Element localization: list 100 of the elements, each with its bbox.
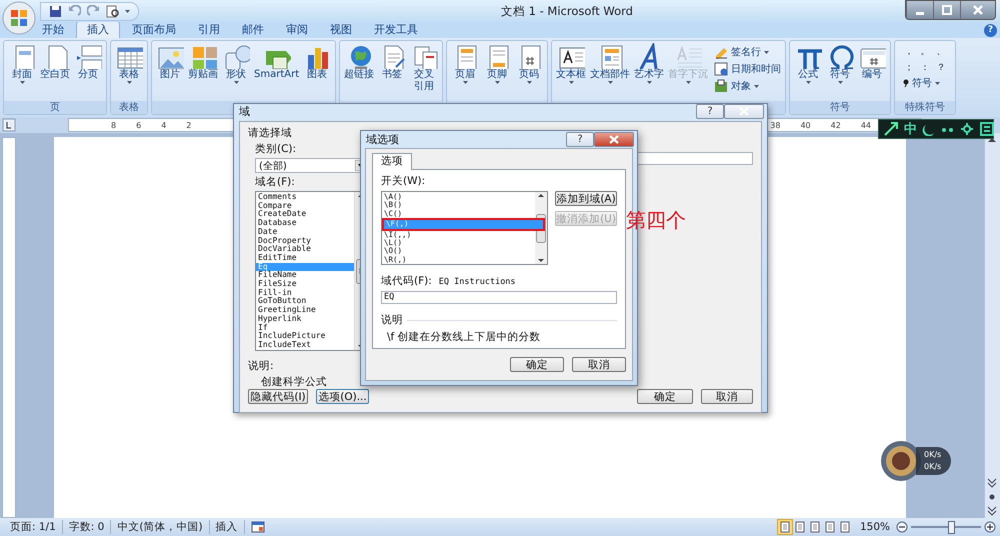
list-item[interactable]: EditTime (256, 254, 354, 263)
settings-icon[interactable] (960, 122, 974, 136)
web-layout-icon[interactable] (808, 520, 822, 534)
symbol-button[interactable]: ： (917, 61, 934, 74)
list-item[interactable]: CreateDate (256, 210, 354, 220)
cancel-button[interactable]: 取消 (701, 389, 753, 404)
list-item[interactable]: Hyperlink (256, 314, 354, 324)
caret-icon[interactable] (126, 81, 132, 84)
caret-icon[interactable] (764, 50, 770, 54)
vertical-scrollbar[interactable] (984, 133, 1000, 518)
tab-selector-icon[interactable] (2, 118, 16, 132)
ribbon-button[interactable]: 空白页 (38, 43, 72, 101)
next-page-icon[interactable] (985, 504, 999, 518)
arrow-icon[interactable] (883, 121, 899, 137)
ribbon-button[interactable]: 图表 (301, 43, 334, 101)
hide-codes-button[interactable]: 隐藏代码(I) (248, 389, 308, 404)
ribbon-button[interactable]: 超链接 (342, 43, 376, 101)
ribbon-tab[interactable]: 审阅 (276, 22, 318, 38)
zoom-out-icon[interactable] (896, 521, 908, 533)
scroll-down-icon[interactable] (536, 256, 546, 264)
close-icon[interactable] (724, 104, 764, 119)
ribbon-button[interactable]: 签名行 (714, 45, 782, 59)
ribbon-button[interactable]: 文档部件 (588, 43, 632, 101)
caret-icon[interactable] (462, 81, 468, 84)
zoom-slider-thumb[interactable] (948, 521, 954, 534)
list-item[interactable]: FileSize (256, 280, 354, 289)
ribbon-tab[interactable]: 引用 (188, 22, 230, 38)
symbol-button[interactable]: 、 (933, 45, 950, 58)
input-mode-toggle[interactable]: 中 (904, 120, 917, 138)
save-icon[interactable] (49, 4, 62, 18)
ribbon-button[interactable]: 交叉 引用 (408, 43, 440, 101)
previous-page-icon[interactable] (985, 476, 999, 490)
caret-icon[interactable] (568, 81, 574, 84)
symbol-button[interactable]: 。 (917, 45, 934, 58)
caret-icon[interactable] (234, 81, 238, 84)
ribbon-button[interactable]: 页眉 (449, 43, 482, 101)
ribbon-button[interactable]: 图片 (154, 43, 186, 101)
ribbon-button[interactable]: SmartArt (252, 43, 302, 101)
cancel-button[interactable]: 取消 (572, 357, 626, 372)
ribbon-tab[interactable]: 邮件 (232, 22, 274, 38)
macro-record-icon[interactable] (250, 521, 265, 533)
outline-icon[interactable] (822, 520, 837, 534)
ribbon-button[interactable]: 表格 (113, 43, 145, 101)
add-to-field-button[interactable]: 添加到域(A) (555, 191, 617, 206)
caret-icon[interactable] (806, 81, 811, 84)
list-item[interactable]: DocVariable (256, 245, 354, 254)
moon-icon[interactable] (922, 122, 936, 136)
zoom-in-icon[interactable] (984, 521, 996, 533)
list-item[interactable]: GreetingLine (256, 306, 354, 315)
draft-icon[interactable] (838, 520, 852, 534)
close-icon[interactable] (594, 132, 634, 147)
list-item[interactable]: Database (256, 219, 354, 228)
list-item[interactable]: FileName (256, 271, 354, 280)
symbol-button[interactable]: ， (901, 45, 918, 58)
ribbon-button[interactable]: 页码 (513, 43, 546, 101)
symbol-button[interactable]: ？ (933, 61, 950, 74)
print-preview-icon[interactable] (106, 4, 119, 18)
ribbon-button[interactable]: 封面 (6, 43, 38, 101)
ribbon-tab[interactable]: 页面布局 (122, 22, 186, 38)
ribbon-tab[interactable]: 开始 (32, 22, 74, 38)
ribbon-button[interactable]: 文本框 (554, 43, 588, 101)
ribbon-button[interactable]: 书签 (376, 43, 408, 101)
symbol-button[interactable]: ； (901, 61, 918, 74)
ribbon-button[interactable]: 形状 (220, 43, 252, 101)
reading-layout-icon[interactable] (792, 520, 807, 534)
caret-icon[interactable] (608, 81, 613, 84)
ribbon-tab[interactable]: 视图 (320, 22, 362, 38)
caret-icon[interactable] (838, 81, 843, 84)
list-item[interactable]: If (256, 324, 354, 332)
help-button[interactable]: ? (984, 24, 997, 37)
list-item[interactable]: Date (256, 228, 354, 237)
caret-icon[interactable] (526, 81, 532, 84)
caret-icon[interactable] (20, 81, 24, 84)
ribbon-button[interactable]: 页脚 (481, 43, 514, 101)
ribbon-tab[interactable]: 开发工具 (364, 22, 428, 38)
ok-button[interactable]: 确定 (637, 389, 693, 404)
caret-icon[interactable] (494, 81, 500, 84)
ribbon-button[interactable]: 对象 (714, 79, 782, 93)
ribbon-button[interactable]: 符号 (824, 43, 856, 101)
ribbon-button[interactable]: 日期和时间 (714, 62, 782, 76)
list-item[interactable]: GoToButton (256, 297, 354, 306)
ribbon-button[interactable]: 分页 (72, 43, 104, 101)
help-button[interactable]: ? (696, 104, 724, 119)
customize-caret-icon[interactable] (125, 10, 130, 12)
keyboard-icon[interactable] (979, 121, 995, 137)
list-item[interactable]: IncludeText (256, 340, 354, 350)
caret-icon[interactable] (935, 82, 940, 84)
dialog-tab[interactable]: 选项 (372, 153, 412, 170)
ok-button[interactable]: 确定 (510, 357, 564, 372)
symbol-menu-button[interactable]: 符号 (897, 76, 954, 90)
ribbon-button[interactable]: 公式 (792, 43, 824, 101)
caret-icon[interactable] (754, 84, 760, 88)
field-code-input[interactable]: EQ (381, 291, 617, 304)
scroll-up-icon[interactable] (536, 192, 546, 200)
list-item[interactable]: Fill-in (256, 288, 354, 298)
ribbon-button[interactable]: 编号 (856, 43, 888, 101)
print-layout-icon[interactable] (778, 520, 792, 534)
ribbon-tab[interactable]: 插入 (76, 21, 120, 38)
list-item[interactable]: IncludePicture (256, 332, 354, 341)
input-field[interactable] (635, 152, 753, 165)
